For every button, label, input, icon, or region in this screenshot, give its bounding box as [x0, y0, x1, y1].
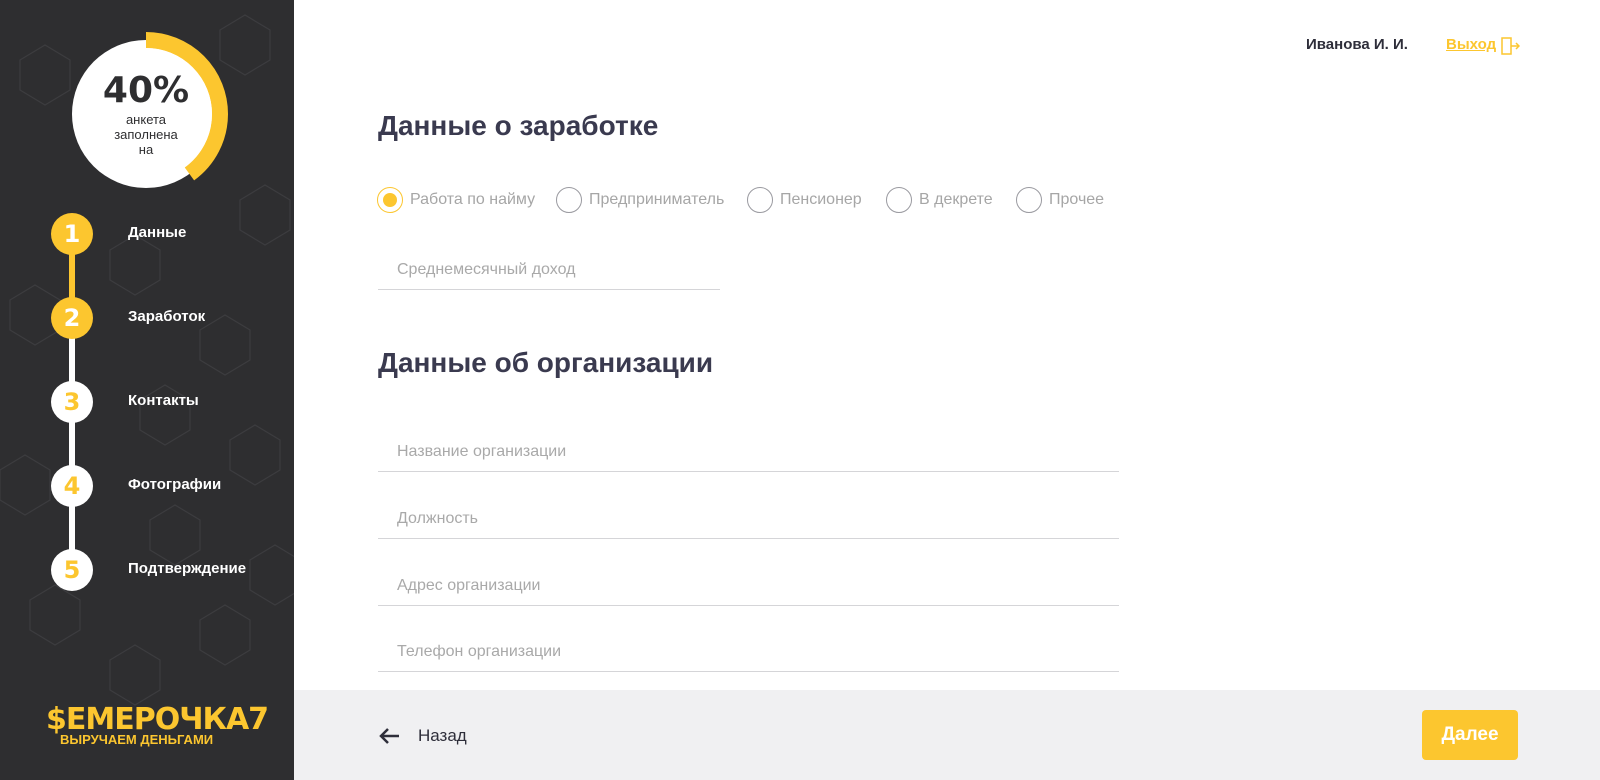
- step-item-data[interactable]: 1 Данные: [51, 213, 291, 255]
- next-button[interactable]: Далее: [1422, 710, 1518, 760]
- organization-section-title: Данные об организации: [378, 347, 714, 378]
- income-section-title: Данные о заработке: [378, 110, 659, 141]
- step-label: Заработок: [128, 308, 206, 325]
- user-name: Иванова И. И.: [1306, 36, 1408, 53]
- step-number: 5: [51, 549, 93, 591]
- logout-door-icon[interactable]: [1500, 36, 1520, 56]
- position-input[interactable]: [378, 499, 1119, 538]
- monthly-income-input[interactable]: [378, 250, 720, 289]
- monthly-income-field: [378, 250, 720, 290]
- step-item-photos[interactable]: 4 Фотографии: [51, 465, 291, 507]
- organization-address-input[interactable]: [378, 566, 1119, 605]
- radio-button[interactable]: [1016, 187, 1042, 213]
- radio-button[interactable]: [747, 187, 773, 213]
- step-item-contacts[interactable]: 3 Контакты: [51, 381, 291, 423]
- organization-name-field: [378, 432, 1119, 472]
- arrow-left-icon: [379, 728, 399, 744]
- organization-phone-input[interactable]: [378, 632, 1119, 671]
- back-button[interactable]: Назад: [378, 724, 498, 748]
- step-number: 3: [51, 381, 93, 423]
- step-label: Фотографии: [128, 476, 222, 493]
- radio-label: В декрете: [919, 191, 993, 208]
- position-field: [378, 499, 1119, 539]
- employment-type-radio-group: Работа по найму Предприниматель Пенсионе…: [377, 186, 1137, 214]
- brand-logo[interactable]: $ЕМЕРОЧКА7 ВЫРУЧАЕМ ДЕНЬГАМИ: [46, 702, 269, 752]
- organization-name-input[interactable]: [378, 432, 1119, 471]
- step-label: Данные: [128, 224, 187, 241]
- sidebar: 40% анкета заполнена на 1 Данные 2 Зараб…: [0, 0, 294, 780]
- step-item-earnings[interactable]: 2 Заработок: [51, 297, 291, 339]
- radio-label: Пенсионер: [780, 191, 862, 208]
- logout-link[interactable]: Выход: [1446, 36, 1496, 53]
- organization-address-field: [378, 566, 1119, 606]
- radio-button[interactable]: [886, 187, 912, 213]
- form-progress-ring: 40% анкета заполнена на: [64, 32, 228, 196]
- footer-bar: Назад Далее: [294, 690, 1600, 780]
- progress-percent: 40%: [102, 70, 190, 111]
- step-item-confirmation[interactable]: 5 Подтверждение: [51, 549, 291, 591]
- radio-label: Предприниматель: [589, 191, 725, 208]
- step-label: Подтверждение: [128, 560, 247, 577]
- organization-phone-field: [378, 632, 1119, 672]
- step-number: 2: [51, 297, 93, 339]
- progress-caption: анкета заполнена на: [114, 112, 178, 157]
- radio-button[interactable]: [377, 187, 403, 213]
- radio-label: Прочее: [1049, 191, 1105, 208]
- step-number: 1: [51, 213, 93, 255]
- logo-tagline: ВЫРУЧАЕМ ДЕНЬГАМИ: [60, 732, 214, 747]
- back-label: Назад: [418, 726, 467, 745]
- step-number: 4: [51, 465, 93, 507]
- step-label: Контакты: [128, 392, 199, 409]
- radio-button[interactable]: [556, 187, 582, 213]
- radio-label: Работа по найму: [410, 191, 536, 208]
